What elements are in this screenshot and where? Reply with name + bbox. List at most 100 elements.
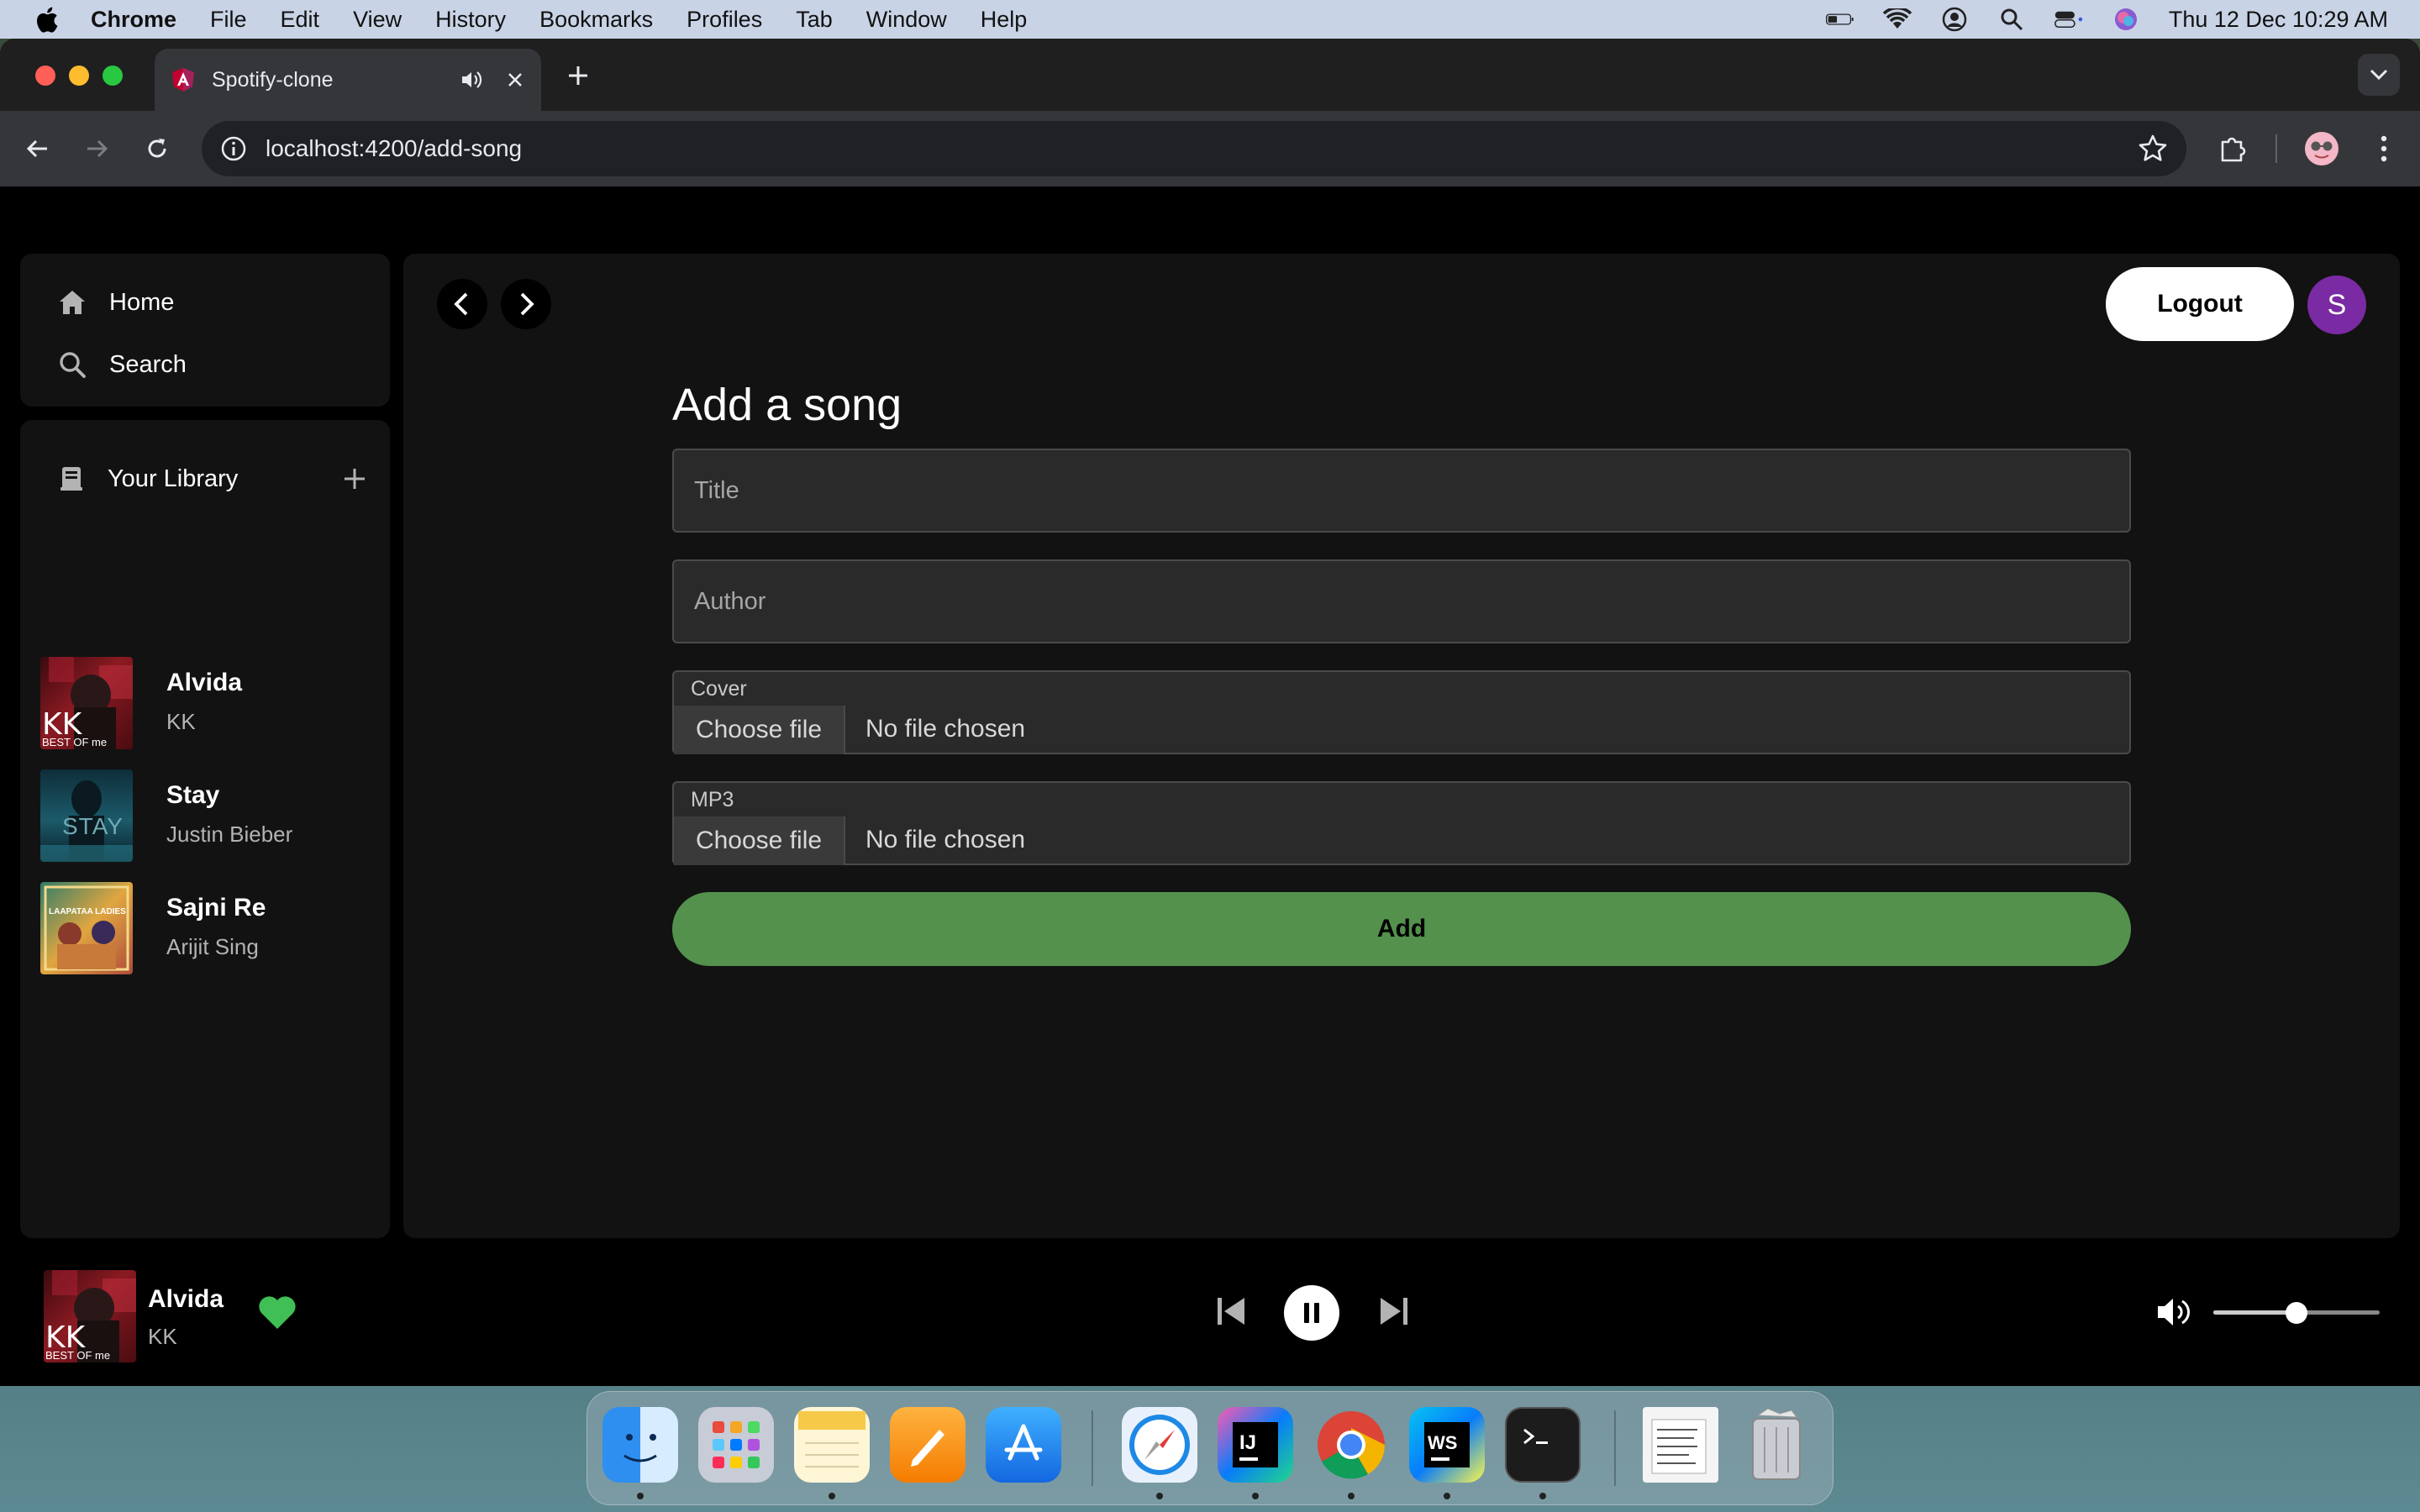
user-account-icon[interactable] bbox=[1940, 7, 1969, 32]
apple-logo-icon[interactable] bbox=[34, 5, 59, 34]
user-avatar[interactable]: S bbox=[2307, 276, 2366, 334]
terminal-icon[interactable] bbox=[1505, 1407, 1581, 1483]
forward-button[interactable] bbox=[81, 133, 113, 165]
app-store-icon[interactable] bbox=[986, 1407, 1061, 1483]
tab-search-button[interactable] bbox=[2358, 54, 2400, 96]
menu-edit[interactable]: Edit bbox=[281, 7, 320, 33]
library-song-item[interactable]: LAAPATAA LADIES Sajni Re Arijit Sing bbox=[40, 882, 376, 976]
chrome-logo-graphic bbox=[1318, 1411, 1386, 1479]
finder-icon[interactable] bbox=[602, 1407, 678, 1483]
cover-file-field: Cover Choose file No file chosen bbox=[672, 670, 2131, 754]
window-close-button[interactable] bbox=[35, 66, 55, 86]
launchpad-grid-graphic bbox=[713, 1421, 760, 1468]
bookmark-star-icon[interactable] bbox=[2138, 134, 2168, 164]
now-playing-cover: KK BEST OF me bbox=[44, 1270, 136, 1362]
menu-window[interactable]: Window bbox=[866, 7, 947, 33]
library-song-item[interactable]: STAY Stay Justin Bieber bbox=[40, 769, 376, 864]
app-running-indicator bbox=[1156, 1493, 1163, 1499]
add-to-library-icon[interactable] bbox=[341, 465, 368, 492]
cover-subtext: BEST OF me bbox=[42, 736, 108, 748]
url-text[interactable]: localhost:4200/add-song bbox=[266, 135, 522, 162]
volume-slider[interactable] bbox=[2213, 1302, 2380, 1324]
chrome-icon[interactable] bbox=[1313, 1407, 1389, 1483]
cover-text: STAY bbox=[62, 813, 124, 839]
song-title: Stay bbox=[166, 781, 220, 809]
wifi-icon[interactable] bbox=[1882, 8, 1912, 30]
tab-audio-icon[interactable] bbox=[460, 70, 484, 90]
puzzle-piece-icon bbox=[2221, 137, 2246, 162]
launchpad-icon[interactable] bbox=[698, 1407, 774, 1483]
address-bar[interactable]: localhost:4200/add-song bbox=[202, 121, 2186, 176]
toolbar-divider bbox=[2275, 134, 2277, 163]
app-running-indicator bbox=[1539, 1493, 1546, 1499]
library-header[interactable]: Your Library bbox=[57, 454, 368, 504]
heart-icon[interactable] bbox=[257, 1294, 297, 1331]
volume-slider-thumb[interactable] bbox=[2286, 1302, 2307, 1324]
menu-profiles[interactable]: Profiles bbox=[687, 7, 762, 33]
compass-graphic bbox=[1129, 1415, 1190, 1475]
intellij-icon[interactable]: IJ bbox=[1218, 1407, 1293, 1483]
menu-history[interactable]: History bbox=[435, 7, 506, 33]
document-stack-icon[interactable] bbox=[1643, 1407, 1718, 1483]
logout-button[interactable]: Logout bbox=[2106, 267, 2294, 341]
webstorm-icon[interactable]: WS bbox=[1409, 1407, 1485, 1483]
reload-button[interactable] bbox=[141, 133, 173, 165]
cover-file-status: No file chosen bbox=[865, 715, 1026, 743]
dock-separator bbox=[1614, 1410, 1616, 1486]
menu-file[interactable]: File bbox=[210, 7, 247, 33]
spotlight-search-icon[interactable] bbox=[1997, 8, 2026, 31]
cover-art-graphic bbox=[44, 885, 129, 971]
back-button[interactable] bbox=[22, 133, 54, 165]
song-title: Sajni Re bbox=[166, 894, 266, 921]
page-title: Add a song bbox=[672, 380, 902, 430]
notes-icon[interactable] bbox=[794, 1407, 870, 1483]
trash-icon[interactable] bbox=[1739, 1407, 1814, 1483]
sidebar-item-home[interactable]: Home bbox=[57, 277, 174, 328]
battery-icon[interactable] bbox=[1825, 8, 1854, 30]
library-song-item[interactable]: KK BEST OF me Alvida KK bbox=[40, 657, 376, 751]
chevron-down-icon bbox=[2370, 69, 2388, 81]
pause-button[interactable] bbox=[1284, 1285, 1339, 1341]
webstorm-graphic: WS bbox=[1424, 1422, 1470, 1467]
dock-separator bbox=[1092, 1410, 1093, 1486]
previous-track-button[interactable] bbox=[1210, 1290, 1252, 1332]
chrome-menu-button[interactable] bbox=[2366, 131, 2402, 166]
intellij-graphic: IJ bbox=[1233, 1422, 1278, 1467]
pages-icon[interactable] bbox=[890, 1407, 965, 1483]
browser-tab[interactable]: Spotify-clone bbox=[155, 49, 541, 111]
safari-icon[interactable] bbox=[1122, 1407, 1197, 1483]
sidebar-item-search[interactable]: Search bbox=[57, 339, 187, 390]
main-panel: Logout S Add a song Title Author Cover C… bbox=[403, 254, 2400, 1238]
mp3-label: MP3 bbox=[691, 788, 734, 811]
cover-choose-file-button[interactable]: Choose file bbox=[674, 706, 845, 754]
volume-slider-fill bbox=[2213, 1310, 2296, 1315]
control-center-icon[interactable] bbox=[2054, 8, 2083, 30]
menu-app-name[interactable]: Chrome bbox=[91, 7, 176, 33]
menu-tab[interactable]: Tab bbox=[796, 7, 833, 33]
add-song-button[interactable]: Add bbox=[672, 892, 2131, 966]
author-input[interactable]: Author bbox=[672, 559, 2131, 643]
pen-graphic bbox=[911, 1430, 944, 1467]
title-input[interactable]: Title bbox=[672, 449, 2131, 533]
now-playing-artist: KK bbox=[148, 1324, 177, 1349]
next-track-button[interactable] bbox=[1373, 1290, 1415, 1332]
menu-view[interactable]: View bbox=[353, 7, 402, 33]
new-tab-icon[interactable] bbox=[565, 62, 592, 89]
siri-icon[interactable] bbox=[2112, 8, 2140, 30]
history-back-button[interactable] bbox=[437, 279, 487, 329]
profile-button[interactable] bbox=[2304, 131, 2339, 166]
menu-bookmarks[interactable]: Bookmarks bbox=[539, 7, 653, 33]
song-artist: Justin Bieber bbox=[166, 822, 293, 847]
window-minimize-button[interactable] bbox=[69, 66, 89, 86]
volume-icon[interactable] bbox=[2156, 1295, 2193, 1329]
window-zoom-button[interactable] bbox=[103, 66, 123, 86]
extensions-button[interactable] bbox=[2215, 131, 2250, 166]
mp3-choose-file-button[interactable]: Choose file bbox=[674, 816, 845, 865]
site-info-icon[interactable] bbox=[218, 134, 249, 164]
menu-help[interactable]: Help bbox=[981, 7, 1028, 33]
search-icon bbox=[60, 352, 86, 378]
history-forward-button[interactable] bbox=[501, 279, 551, 329]
menubar-clock[interactable]: Thu 12 Dec 10:29 AM bbox=[2169, 7, 2388, 33]
tab-close-icon[interactable] bbox=[506, 71, 524, 89]
tab-strip: Spotify-clone bbox=[0, 39, 2420, 111]
